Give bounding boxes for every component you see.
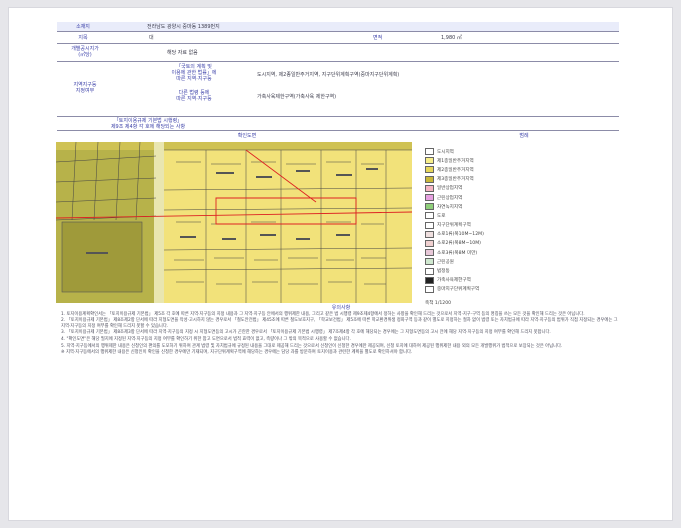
legend-title: 범례 (519, 133, 529, 139)
document-sheet: 소재지 전라남도 광양시 중마동 1389번지 지목 대 면적 1,980 ㎡ … (9, 8, 672, 520)
legend-label: 소로3류(폭8M 미만) (437, 250, 478, 256)
note-paragraph: 4. "확인도면"은 해당 필지에 지정된 지역·지구등의 지정 여부를 확인하… (61, 336, 351, 342)
row-extra: 「토지이용규제 기본법 시행령」 제9조 제4항 각 호에 해당되는 사항 (57, 117, 619, 131)
row-zoning: 지역지구등 지정여부 「국토의 계획 및 이용에 관한 법률」에 따른 지역·지… (57, 62, 619, 117)
legend-swatch (425, 157, 434, 165)
legend-swatch (425, 175, 434, 183)
legend-swatch (425, 249, 434, 257)
legend-item: 도로 (425, 211, 555, 220)
legend-swatch (425, 285, 434, 293)
jimok-label: 지목 (78, 35, 88, 41)
note-paragraph: 2. 「토지이용규제 기본법」 제8조제2항 단서에 따라 지형도면을 작성·고… (61, 318, 618, 329)
zoning-sub2-label: 다른 법령 등에 따른 지역·지구등 (176, 90, 212, 102)
legend-label: 소로2류(폭8M~10M) (437, 241, 481, 247)
cadastral-map-drawing (56, 142, 412, 303)
note-paragraph: 3. 「토지이용규제 기본법」 제8조제3항 단서에 따라 지역·지구등의 지정… (61, 330, 551, 336)
map-legend: 도시지역제1종일반주거지역제2종일반주거지역제3종일반주거지역일반상업지역근린상… (425, 147, 555, 306)
price-value: 해당 자료 없음 (167, 50, 198, 56)
legend-label: 제2종일반주거지역 (437, 167, 474, 173)
notes-section: 유의사항 1. 토지이용계획확인서는 「토지이용규제 기본법」 제5조 각 호에 … (61, 305, 621, 357)
legend-label: 근린상업지역 (437, 195, 463, 201)
price-label: 개별공시지가 (㎡당) (71, 46, 99, 58)
zoning-sub2-value: 가축사육제한구역(가축사육 제한구역) (257, 94, 337, 100)
map-title: 확인도면 (237, 133, 257, 139)
legend-label: 도시지역 (437, 149, 454, 155)
legend-label: 일반상업지역 (437, 186, 463, 192)
legend-item: 근린공원 (425, 257, 555, 266)
legend-swatch (425, 267, 434, 275)
legend-swatch (425, 194, 434, 202)
legend-item: 소로1류(폭10M~12M) (425, 230, 555, 239)
legend-label: 소로1류(폭10M~12M) (437, 232, 484, 238)
legend-label: 지구단위계획구역 (437, 223, 471, 229)
jimok-value: 대 (149, 35, 154, 41)
zoning-sub1-label: 「국토의 계획 및 이용에 관한 법률」에 따른 지역·지구등 (171, 64, 217, 82)
legend-item: 자연녹지지역 (425, 202, 555, 211)
row-price: 개별공시지가 (㎡당) 해당 자료 없음 (57, 44, 619, 62)
legend-item: 도시지역 (425, 147, 555, 156)
legend-item: 소로2류(폭8M~10M) (425, 239, 555, 248)
zoning-sub1-value: 도시지역, 제2종일반주거지역, 지구단위계획구역(중마지구단위계획) (257, 72, 400, 78)
legend-label: 중마지구단위계획구역 (437, 287, 480, 293)
note-paragraph: 1. 토지이용계획확인서는 「토지이용규제 기본법」 제5조 각 호에 따른 지… (61, 311, 585, 317)
legend-item: 가축사육제한구역 (425, 276, 555, 285)
legend-swatch (425, 258, 434, 266)
legend-item: 제1종일반주거지역 (425, 156, 555, 165)
location-value: 전라남도 광양시 중마동 1389번지 (147, 24, 220, 30)
note-paragraph: ※ 지역·지구등에서의 행위제한 내용은 신청인이 확인을 신청한 경우에만 기… (61, 350, 413, 356)
extra-label: 「토지이용규제 기본법 시행령」 제9조 제4항 각 호에 해당되는 사항 (110, 118, 186, 130)
legend-label: 제1종일반주거지역 (437, 158, 474, 164)
confirmation-map (56, 142, 412, 303)
legend-swatch (425, 221, 434, 229)
legend-label: 도로 (437, 213, 446, 219)
legend-swatch (425, 166, 434, 174)
legend-label: 가축사육제한구역 (437, 278, 471, 284)
area-value: 1,980 ㎡ (441, 35, 462, 41)
legend-swatch (425, 276, 434, 284)
legend-item: 제2종일반주거지역 (425, 165, 555, 174)
note-paragraph: 5. 지역·지구등에서의 행위제한 내용은 신청인의 편의를 도모하기 위하여 … (61, 343, 563, 349)
map-section-header: 확인도면 범례 (57, 131, 619, 141)
legend-item: 지구단위계획구역 (425, 221, 555, 230)
row-jimok: 지목 대 면적 1,980 ㎡ (57, 32, 619, 44)
legend-label: 근린공원 (437, 259, 454, 265)
legend-item: 법정동 (425, 266, 555, 275)
legend-item: 제3종일반주거지역 (425, 175, 555, 184)
legend-item: 중마지구단위계획구역 (425, 285, 555, 294)
legend-swatch (425, 184, 434, 192)
legend-item: 근린상업지역 (425, 193, 555, 202)
table-header: 소재지 전라남도 광양시 중마동 1389번지 (57, 22, 619, 32)
zoning-label: 지역지구등 지정여부 (73, 82, 97, 94)
location-label: 소재지 (76, 24, 90, 30)
legend-label: 제3종일반주거지역 (437, 177, 474, 183)
legend-swatch (425, 230, 434, 238)
legend-swatch (425, 239, 434, 247)
legend-label: 자연녹지지역 (437, 204, 463, 210)
area-label: 면적 (373, 35, 383, 41)
legend-item: 일반상업지역 (425, 184, 555, 193)
legend-label: 법정동 (437, 269, 450, 275)
legend-swatch (425, 203, 434, 211)
legend-swatch (425, 148, 434, 156)
legend-item: 소로3류(폭8M 미만) (425, 248, 555, 257)
legend-swatch (425, 212, 434, 220)
